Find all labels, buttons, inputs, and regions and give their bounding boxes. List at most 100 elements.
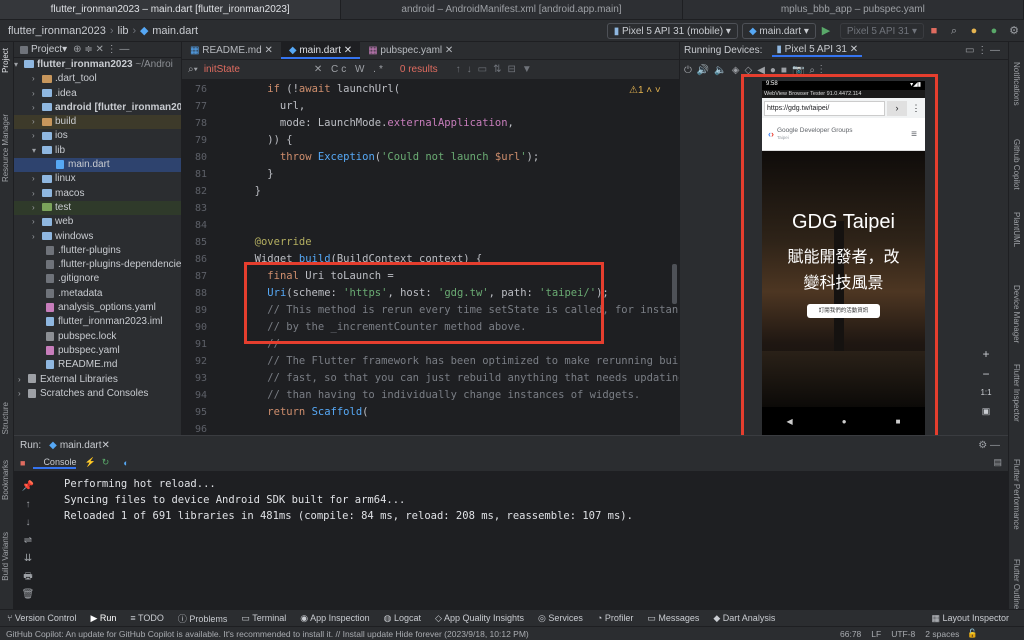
tree-item[interactable]: .flutter-plugins xyxy=(14,244,181,258)
project-title[interactable]: Project xyxy=(31,44,62,55)
tree-item[interactable]: › Scratches and Consoles xyxy=(14,387,181,401)
tree-item[interactable]: › .idea xyxy=(14,87,181,101)
tool-todo[interactable]: ≡ TODO xyxy=(123,613,170,623)
search-icon[interactable]: ⌕ xyxy=(947,24,961,38)
devtools-icon[interactable]: ◐ xyxy=(123,458,128,468)
find-input[interactable]: initState xyxy=(204,64,314,75)
tool-profiler[interactable]: ◔ Profiler xyxy=(590,613,640,623)
hot-reload-icon[interactable]: ⚡ xyxy=(84,457,95,468)
tool-build-variants[interactable]: Build Variants xyxy=(1,532,10,581)
indent-setting[interactable]: 2 spaces xyxy=(925,629,959,639)
stop-icon[interactable]: ■ xyxy=(14,458,33,468)
tree-item[interactable]: ›android [flutter_ironman2023] xyxy=(14,101,181,115)
zoom-ratio-button[interactable]: 1:1 xyxy=(977,384,995,402)
breadcrumb-lib[interactable]: lib xyxy=(114,25,133,37)
tool-flutter-inspector[interactable]: Flutter Inspector xyxy=(1012,364,1021,422)
find-nav-icons[interactable]: ↑↓▭⇅⊟▼ xyxy=(456,64,538,75)
tree-item[interactable]: › linux xyxy=(14,172,181,186)
file-encoding[interactable]: UTF-8 xyxy=(891,629,915,639)
tree-item[interactable]: README.md xyxy=(14,358,181,372)
tree-item[interactable]: pubspec.yaml xyxy=(14,344,181,358)
tool-github-copilot[interactable]: Github Copilot xyxy=(1012,139,1021,190)
tree-item[interactable]: pubspec.lock xyxy=(14,330,181,344)
secondary-device-selector[interactable]: Pixel 5 API 31 ▾ xyxy=(839,22,924,39)
tree-item[interactable]: ▾ lib xyxy=(14,144,181,158)
caret-position[interactable]: 66:78 xyxy=(840,629,861,639)
tree-item[interactable]: › External Libraries xyxy=(14,373,181,387)
settings-icon[interactable]: ⚙ xyxy=(1007,24,1021,38)
tool-bookmarks[interactable]: Bookmarks xyxy=(1,460,10,500)
zoom-in-icon[interactable]: + xyxy=(977,345,995,363)
tree-item[interactable]: › windows xyxy=(14,230,181,244)
tab-main-dart[interactable]: ◆ main.dart ✕ xyxy=(280,42,361,59)
tree-item[interactable]: › ios xyxy=(14,129,181,143)
tree-item[interactable]: › macos xyxy=(14,187,181,201)
panel-options-icon[interactable]: ▭ ⋮ — xyxy=(965,45,1000,56)
locate-icon[interactable]: ⊕ ≑ ✕ ⋮ — xyxy=(73,44,129,55)
code-area[interactable]: if (!await launchUrl( url, mode: LaunchM… xyxy=(242,81,679,435)
copilot-icon[interactable]: ● xyxy=(967,24,981,38)
fit-screen-icon[interactable]: ▣ xyxy=(977,402,995,420)
layout-icon[interactable]: ▤ xyxy=(993,457,1002,468)
window-tab[interactable]: mplus_bbb_app – pubspec.yaml xyxy=(683,0,1024,19)
tool-terminal[interactable]: ▭ Terminal xyxy=(234,613,293,624)
run-config-selector[interactable]: ◆ main.dart ▾ xyxy=(741,22,816,39)
tool-services[interactable]: ◎ Services xyxy=(531,613,590,624)
tool-problems[interactable]: ⓘ Problems xyxy=(171,612,235,625)
run-config-tab[interactable]: main.dart xyxy=(60,440,102,451)
project-panel-header: Project ▾ ⊕ ≑ ✕ ⋮ — xyxy=(14,42,181,58)
console-tab[interactable]: Console xyxy=(33,457,77,469)
line-separator[interactable]: LF xyxy=(871,629,881,639)
tool-flutter-outline[interactable]: Flutter Outline xyxy=(1012,559,1021,609)
tool-run[interactable]: ▶ Run xyxy=(83,613,123,624)
tree-item[interactable]: analysis_options.yaml xyxy=(14,301,181,315)
device-tab[interactable]: ▮ Pixel 5 API 31 ✕ xyxy=(772,44,863,57)
left-tool-strip: Project Resource Manager Structure Bookm… xyxy=(0,42,14,609)
zoom-out-icon[interactable]: − xyxy=(977,365,995,383)
tool-flutter-performance[interactable]: Flutter Performance xyxy=(1012,459,1021,530)
tool-notifications[interactable]: Notifications xyxy=(1012,62,1021,106)
tool-plantuml[interactable]: PlantUML xyxy=(1012,212,1021,247)
hot-restart-icon[interactable]: ↻ xyxy=(102,457,110,468)
tool-dart-analysis[interactable]: ◆ Dart Analysis xyxy=(706,613,782,624)
device-selector[interactable]: ▮ Pixel 5 API 31 (mobile) ▾ xyxy=(606,22,738,39)
tab-pubspec[interactable]: ▦ pubspec.yaml ✕ xyxy=(360,42,461,59)
window-tab[interactable]: flutter_ironman2023 – main.dart [flutter… xyxy=(0,0,342,19)
tool-layout-inspector[interactable]: ▦ Layout Inspector xyxy=(924,613,1016,624)
tree-item-selected[interactable]: main.dart xyxy=(14,158,181,173)
tab-readme[interactable]: ▦ README.md ✕ xyxy=(182,42,281,59)
tree-item[interactable]: › .dart_tool xyxy=(14,72,181,86)
tree-item[interactable]: .flutter-plugins-dependencie xyxy=(14,258,181,272)
tree-item[interactable]: › build xyxy=(14,115,181,130)
highlight-box xyxy=(741,74,938,450)
stop-icon[interactable]: ■ xyxy=(927,24,941,38)
tool-messages[interactable]: ▭ Messages xyxy=(640,613,706,624)
update-icon[interactable]: ● xyxy=(987,24,1001,38)
tree-item[interactable]: › web xyxy=(14,215,181,229)
breadcrumb-file[interactable]: main.dart xyxy=(152,25,202,37)
tool-app-quality-insights[interactable]: ◇ App Quality Insights xyxy=(428,613,531,624)
run-side-toolbar[interactable]: 📌 ↑ ↓ ⇌ ⇊ 🖶 🗑 xyxy=(18,478,38,604)
tree-item[interactable]: flutter_ironman2023.iml xyxy=(14,315,181,329)
warning-icon[interactable]: ⚠1 ˄ ˅ xyxy=(629,85,661,96)
tree-item[interactable]: .gitignore xyxy=(14,272,181,286)
find-options[interactable]: ✕ Cc W .* xyxy=(314,64,386,75)
tool-app-inspection[interactable]: ◉ App Inspection xyxy=(293,613,376,624)
tool-device-manager[interactable]: Device Manager xyxy=(1012,285,1021,343)
run-icon[interactable]: ▶ xyxy=(819,24,833,38)
tree-item[interactable]: › test xyxy=(14,200,181,216)
tool-logcat[interactable]: ◍ Logcat xyxy=(377,613,428,624)
tool-structure[interactable]: Structure xyxy=(1,402,10,434)
tree-item[interactable]: .metadata xyxy=(14,287,181,301)
breadcrumb-project[interactable]: flutter_ironman2023 xyxy=(0,25,110,37)
tool-resource-manager[interactable]: Resource Manager xyxy=(1,114,10,182)
tool-project[interactable]: Project xyxy=(1,48,10,73)
window-tab[interactable]: android – AndroidManifest.xml [android.a… xyxy=(341,0,683,19)
console-output: Performing hot reload... Syncing files t… xyxy=(14,472,1008,524)
tree-root[interactable]: ▾ flutter_ironman2023 ~/Androi xyxy=(14,58,181,72)
editor-scrollbar[interactable] xyxy=(672,264,677,304)
lock-icon[interactable]: 🔓 xyxy=(967,628,978,639)
tool-version-control[interactable]: ⑂ Version Control xyxy=(0,613,83,623)
status-message[interactable]: GitHub Copilot: An update for GitHub Cop… xyxy=(0,629,830,639)
run-panel-options[interactable]: ⚙ — xyxy=(978,440,1000,451)
